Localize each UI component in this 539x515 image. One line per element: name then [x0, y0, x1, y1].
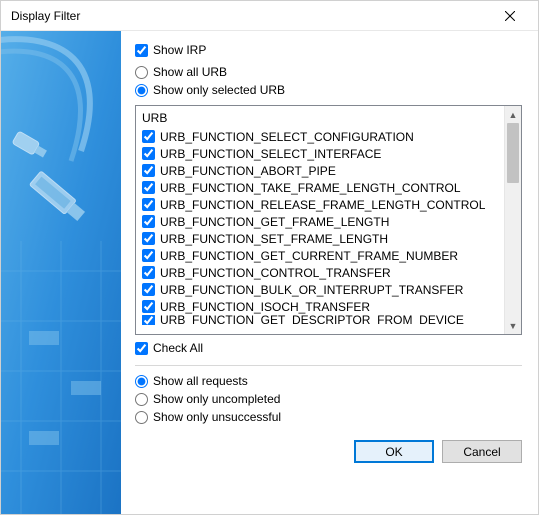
- titlebar: Display Filter: [1, 1, 538, 31]
- urb-item-label: URB_FUNCTION_RELEASE_FRAME_LENGTH_CONTRO…: [160, 198, 485, 212]
- list-item[interactable]: URB_FUNCTION_SELECT_INTERFACE: [142, 145, 502, 162]
- list-item[interactable]: URB_FUNCTION_CONTROL_TRANSFER: [142, 264, 502, 281]
- urb-item-checkbox[interactable]: [142, 283, 155, 296]
- urb-item-label: URB_FUNCTION_SELECT_CONFIGURATION: [160, 130, 414, 144]
- urb-list: URB URB_FUNCTION_SELECT_CONFIGURATION URB…: [135, 105, 522, 335]
- scroll-down-icon[interactable]: ▼: [505, 317, 521, 334]
- urb-show-all-row: Show all URB: [135, 65, 522, 79]
- urb-item-label: URB_FUNCTION_SELECT_INTERFACE: [160, 147, 381, 161]
- urb-item-checkbox[interactable]: [142, 315, 155, 325]
- list-item[interactable]: URB_FUNCTION_SET_FRAME_LENGTH: [142, 230, 502, 247]
- urb-item-label: URB_FUNCTION_GET_CURRENT_FRAME_NUMBER: [160, 249, 458, 263]
- urb-list-viewport[interactable]: URB URB_FUNCTION_SELECT_CONFIGURATION URB…: [136, 106, 504, 334]
- list-item[interactable]: URB_FUNCTION_ISOCH_TRANSFER: [142, 298, 502, 315]
- sidebar-image: [1, 31, 121, 514]
- urb-item-label: URB_FUNCTION_GET_DESCRIPTOR_FROM_DEVICE: [160, 315, 464, 325]
- urb-item-checkbox[interactable]: [142, 232, 155, 245]
- list-item[interactable]: URB_FUNCTION_TAKE_FRAME_LENGTH_CONTROL: [142, 179, 502, 196]
- urb-item-label: URB_FUNCTION_ISOCH_TRANSFER: [160, 300, 370, 314]
- requests-unsuccessful-row: Show only unsuccessful: [135, 410, 522, 424]
- urb-item-checkbox[interactable]: [142, 215, 155, 228]
- urb-item-label: URB_FUNCTION_ABORT_PIPE: [160, 164, 336, 178]
- ok-button[interactable]: OK: [354, 440, 434, 463]
- check-all-checkbox[interactable]: [135, 342, 148, 355]
- urb-show-selected-row: Show only selected URB: [135, 83, 522, 97]
- content-panel: Show IRP Show all URB Show only selected…: [121, 31, 538, 514]
- urb-item-label: URB_FUNCTION_TAKE_FRAME_LENGTH_CONTROL: [160, 181, 461, 195]
- urb-item-checkbox[interactable]: [142, 266, 155, 279]
- urb-item-checkbox[interactable]: [142, 147, 155, 160]
- show-all-urb-label: Show all URB: [153, 65, 227, 79]
- list-item[interactable]: URB_FUNCTION_BULK_OR_INTERRUPT_TRANSFER: [142, 281, 502, 298]
- show-uncompleted-label: Show only uncompleted: [153, 392, 280, 406]
- show-unsuccessful-label: Show only unsuccessful: [153, 410, 281, 424]
- list-item[interactable]: URB_FUNCTION_GET_FRAME_LENGTH: [142, 213, 502, 230]
- dialog-buttons: OK Cancel: [135, 440, 522, 463]
- urb-item-checkbox[interactable]: [142, 130, 155, 143]
- list-item[interactable]: URB_FUNCTION_RELEASE_FRAME_LENGTH_CONTRO…: [142, 196, 502, 213]
- show-irp-row: Show IRP: [135, 43, 522, 57]
- show-unsuccessful-radio[interactable]: [135, 411, 148, 424]
- scrollbar[interactable]: ▲ ▼: [504, 106, 521, 334]
- urb-item-label: URB_FUNCTION_CONTROL_TRANSFER: [160, 266, 391, 280]
- show-all-requests-label: Show all requests: [153, 374, 248, 388]
- urb-item-checkbox[interactable]: [142, 198, 155, 211]
- list-item[interactable]: URB_FUNCTION_GET_CURRENT_FRAME_NUMBER: [142, 247, 502, 264]
- urb-item-label: URB_FUNCTION_BULK_OR_INTERRUPT_TRANSFER: [160, 283, 463, 297]
- urb-item-checkbox[interactable]: [142, 164, 155, 177]
- show-uncompleted-radio[interactable]: [135, 393, 148, 406]
- requests-all-row: Show all requests: [135, 374, 522, 388]
- list-item[interactable]: URB_FUNCTION_GET_DESCRIPTOR_FROM_DEVICE: [142, 315, 502, 325]
- display-filter-dialog: Display Filter: [0, 0, 539, 515]
- check-all-row: Check All: [135, 341, 522, 355]
- list-item[interactable]: URB_FUNCTION_SELECT_CONFIGURATION: [142, 128, 502, 145]
- show-irp-checkbox[interactable]: [135, 44, 148, 57]
- requests-uncompleted-row: Show only uncompleted: [135, 392, 522, 406]
- urb-item-checkbox[interactable]: [142, 249, 155, 262]
- show-all-requests-radio[interactable]: [135, 375, 148, 388]
- cancel-button[interactable]: Cancel: [442, 440, 522, 463]
- show-irp-label: Show IRP: [153, 43, 206, 57]
- show-selected-urb-label: Show only selected URB: [153, 83, 285, 97]
- list-item[interactable]: URB_FUNCTION_ABORT_PIPE: [142, 162, 502, 179]
- show-selected-urb-radio[interactable]: [135, 84, 148, 97]
- urb-item-checkbox[interactable]: [142, 181, 155, 194]
- window-title: Display Filter: [11, 9, 490, 23]
- urb-item-label: URB_FUNCTION_SET_FRAME_LENGTH: [160, 232, 388, 246]
- urb-list-header: URB: [142, 110, 502, 128]
- urb-item-checkbox[interactable]: [142, 300, 155, 313]
- scroll-thumb[interactable]: [507, 123, 519, 183]
- scroll-up-icon[interactable]: ▲: [505, 106, 521, 123]
- check-all-label: Check All: [153, 341, 203, 355]
- close-button[interactable]: [490, 2, 530, 30]
- close-icon: [505, 11, 515, 21]
- separator: [135, 365, 522, 366]
- show-all-urb-radio[interactable]: [135, 66, 148, 79]
- urb-item-label: URB_FUNCTION_GET_FRAME_LENGTH: [160, 215, 389, 229]
